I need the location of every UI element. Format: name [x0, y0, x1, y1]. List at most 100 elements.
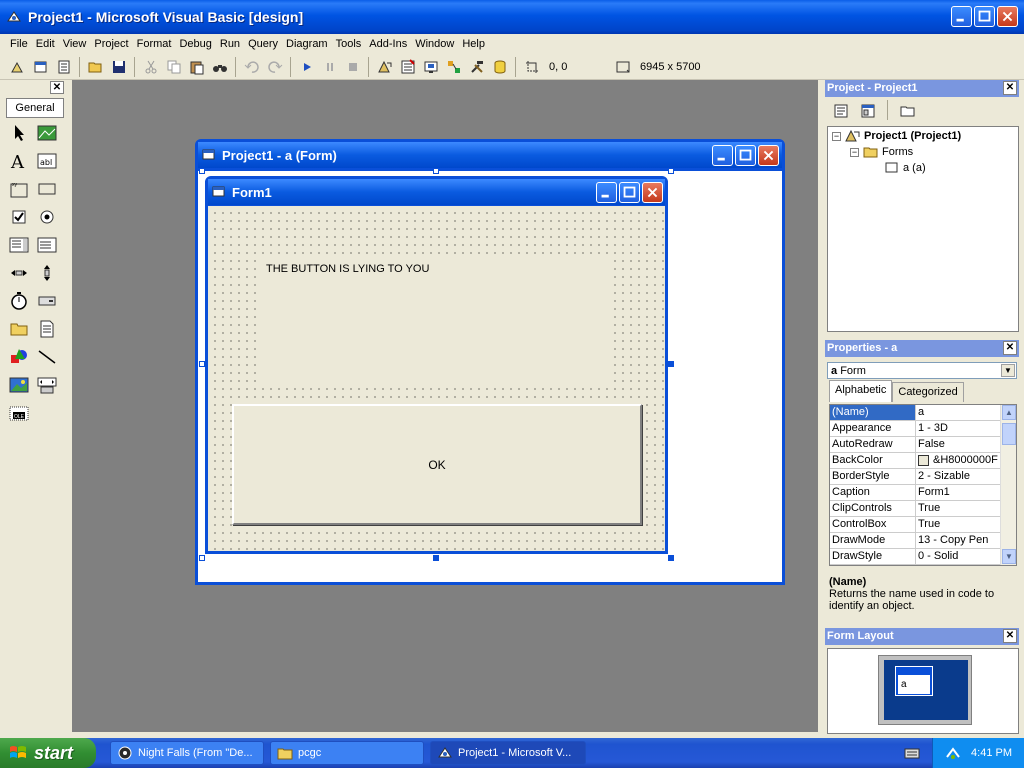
add-form-button[interactable]: [29, 56, 52, 78]
tree-node-forms[interactable]: − Forms: [850, 145, 913, 159]
properties-scrollbar[interactable]: ▲ ▼: [1000, 405, 1016, 565]
resize-handle[interactable]: [668, 361, 674, 367]
tool-timer[interactable]: [8, 290, 30, 312]
menu-editor-button[interactable]: [52, 56, 75, 78]
property-row[interactable]: (Name) a: [830, 405, 1000, 421]
tool-line[interactable]: [36, 346, 58, 368]
resize-handle[interactable]: [199, 555, 205, 561]
tool-picturebox[interactable]: [36, 122, 58, 144]
form1-close-button[interactable]: [642, 182, 663, 203]
property-row[interactable]: AutoRedraw False: [830, 437, 1000, 453]
undo-button[interactable]: [240, 56, 263, 78]
collapse-toggle[interactable]: −: [832, 131, 841, 141]
tool-hscrollbar[interactable]: [8, 262, 30, 284]
toggle-folders-button[interactable]: [896, 100, 919, 122]
tool-frame[interactable]: xy: [8, 178, 30, 200]
tree-node-project[interactable]: − Project1 (Project1): [832, 129, 961, 143]
add-project-button[interactable]: [6, 56, 29, 78]
tool-ole[interactable]: OLE: [8, 402, 30, 424]
network-tray-icon[interactable]: [945, 745, 961, 761]
property-value[interactable]: True: [916, 517, 1000, 533]
scroll-down-button[interactable]: ▼: [1002, 549, 1016, 564]
form-layout-close-button[interactable]: ✕: [1003, 629, 1017, 643]
toolbox-button[interactable]: [465, 56, 488, 78]
paste-button[interactable]: [185, 56, 208, 78]
property-row[interactable]: ControlBox True: [830, 517, 1000, 533]
toolbox-close-button[interactable]: ✕: [50, 81, 64, 94]
scroll-up-button[interactable]: ▲: [1002, 405, 1016, 420]
property-row[interactable]: Caption Form1: [830, 485, 1000, 501]
redo-button[interactable]: [263, 56, 286, 78]
start-button[interactable]: start: [0, 738, 96, 768]
property-value[interactable]: 2 - Sizable: [916, 469, 1000, 485]
tool-combobox[interactable]: [8, 234, 30, 256]
chevron-down-icon[interactable]: ▼: [1001, 364, 1015, 377]
tool-pointer[interactable]: [8, 122, 30, 144]
tab-categorized[interactable]: Categorized: [892, 382, 964, 402]
menu-help[interactable]: Help: [458, 38, 489, 50]
form1-maximize-button[interactable]: [619, 182, 640, 203]
title-bar[interactable]: Project1 - Microsoft Visual Basic [desig…: [0, 0, 1024, 34]
close-button[interactable]: [997, 6, 1018, 27]
property-row[interactable]: BackColor &H8000000F: [830, 453, 1000, 469]
object-selector[interactable]: a Form ▼: [827, 362, 1017, 379]
designer-close-button[interactable]: [758, 145, 779, 166]
project-explorer-button[interactable]: [373, 56, 396, 78]
property-row[interactable]: DrawMode 13 - Copy Pen: [830, 533, 1000, 549]
tool-optionbutton[interactable]: [36, 206, 58, 228]
designer-maximize-button[interactable]: [735, 145, 756, 166]
properties-window-button[interactable]: [396, 56, 419, 78]
tool-label[interactable]: A: [8, 150, 30, 172]
minimize-button[interactable]: [951, 6, 972, 27]
property-value[interactable]: Form1: [916, 485, 1000, 501]
resize-handle[interactable]: [668, 555, 674, 561]
form1-minimize-button[interactable]: [596, 182, 617, 203]
find-button[interactable]: [208, 56, 231, 78]
menu-project[interactable]: Project: [90, 38, 132, 50]
copy-button[interactable]: [162, 56, 185, 78]
tree-node-form-a[interactable]: a (a): [884, 161, 926, 175]
menu-view[interactable]: View: [59, 38, 91, 50]
view-object-button[interactable]: [856, 100, 879, 122]
maximize-button[interactable]: [974, 6, 995, 27]
menu-file[interactable]: File: [6, 38, 32, 50]
menu-query[interactable]: Query: [244, 38, 282, 50]
tool-vscrollbar[interactable]: [36, 262, 58, 284]
open-project-button[interactable]: [84, 56, 107, 78]
tool-shape[interactable]: [8, 346, 30, 368]
tool-data[interactable]: [36, 374, 58, 396]
clock[interactable]: 4:41 PM: [971, 747, 1012, 759]
cut-button[interactable]: [139, 56, 162, 78]
end-button[interactable]: [341, 56, 364, 78]
resize-handle[interactable]: [433, 555, 439, 561]
property-row[interactable]: BorderStyle 2 - Sizable: [830, 469, 1000, 485]
form-layout-thumbnail[interactable]: a: [895, 666, 933, 696]
property-value[interactable]: a: [916, 405, 1000, 421]
project-panel-close-button[interactable]: ✕: [1003, 81, 1017, 95]
resize-handle[interactable]: [668, 168, 674, 174]
menu-diagram[interactable]: Diagram: [282, 38, 332, 50]
taskbar-item-pcgc[interactable]: pcgc: [270, 741, 424, 765]
tool-textbox[interactable]: abl: [36, 150, 58, 172]
ok-button[interactable]: OK: [232, 404, 642, 525]
start-button[interactable]: [295, 56, 318, 78]
designer-title-bar[interactable]: Project1 - a (Form): [198, 142, 782, 168]
property-value[interactable]: 13 - Copy Pen: [916, 533, 1000, 549]
keyboard-tray-icon[interactable]: [904, 746, 920, 760]
menu-window[interactable]: Window: [411, 38, 458, 50]
property-value[interactable]: 0 - Solid: [916, 549, 1000, 565]
menu-format[interactable]: Format: [133, 38, 176, 50]
menu-run[interactable]: Run: [216, 38, 244, 50]
resize-handle[interactable]: [199, 168, 205, 174]
form1-design-surface[interactable]: THE BUTTON IS LYING TO YOU OK: [208, 206, 665, 551]
toolbox-tab-general[interactable]: General: [6, 98, 64, 118]
tool-image[interactable]: [8, 374, 30, 396]
property-row[interactable]: DrawStyle 0 - Solid: [830, 549, 1000, 565]
scroll-thumb[interactable]: [1002, 423, 1016, 445]
menu-add-ins[interactable]: Add-Ins: [365, 38, 411, 50]
resize-handle[interactable]: [433, 168, 439, 174]
property-value[interactable]: &H8000000F: [916, 453, 1000, 469]
property-value[interactable]: True: [916, 501, 1000, 517]
menu-tools[interactable]: Tools: [332, 38, 366, 50]
save-project-button[interactable]: [107, 56, 130, 78]
